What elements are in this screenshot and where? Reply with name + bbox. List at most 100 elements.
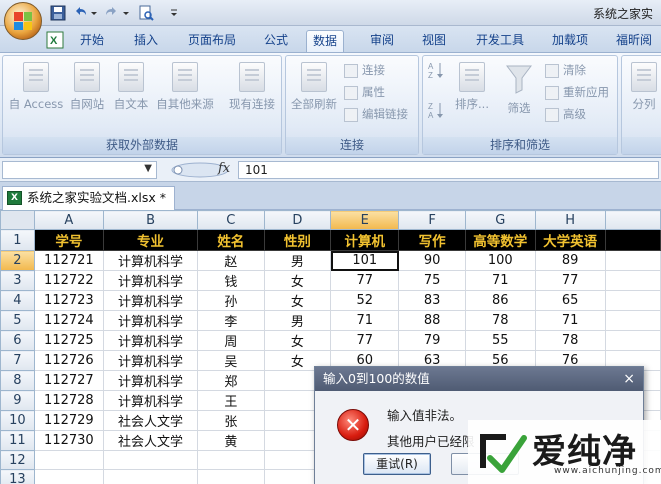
cell[interactable] (604, 290, 661, 311)
cell[interactable]: 55 (464, 330, 536, 351)
cell[interactable] (197, 450, 265, 470)
cell[interactable]: 71 (534, 310, 606, 331)
row-header[interactable]: 2 (0, 250, 35, 271)
row-header[interactable]: 7 (0, 350, 35, 371)
row-header[interactable]: 5 (0, 310, 35, 331)
cell[interactable]: 89 (534, 250, 606, 271)
cell[interactable]: 计算机科学 (103, 290, 199, 311)
cell[interactable]: 黄 (197, 430, 265, 451)
column-header-a[interactable]: A (33, 210, 105, 230)
tab-view[interactable]: 视图 (416, 30, 452, 52)
row-header[interactable]: 4 (0, 290, 35, 311)
column-header-f[interactable]: F (398, 210, 466, 230)
cell[interactable]: 计算机科学 (103, 330, 199, 351)
refresh-all-button[interactable]: 全部刷新 (288, 60, 340, 112)
cell[interactable]: 计算机科学 (103, 250, 199, 271)
tab-formulas[interactable]: 公式 (258, 30, 294, 52)
tab-page-layout[interactable]: 页面布局 (182, 30, 242, 52)
properties-button[interactable]: 属性 (344, 84, 385, 100)
from-web-button[interactable]: 自网站 (65, 60, 109, 112)
cell[interactable]: 写作 (398, 229, 466, 251)
cell[interactable]: 112729 (33, 410, 105, 431)
row-header[interactable]: 8 (0, 370, 35, 391)
cell[interactable]: 112724 (33, 310, 105, 331)
cell[interactable]: 周 (197, 330, 265, 351)
cell[interactable]: 112727 (33, 370, 105, 391)
column-header-c[interactable]: C (197, 210, 265, 230)
row-header[interactable]: 9 (0, 390, 35, 411)
column-header-i[interactable] (604, 210, 661, 230)
cell[interactable] (103, 469, 199, 484)
cell[interactable] (197, 469, 265, 484)
document-tab[interactable]: X 系统之家实验文档.xlsx * (2, 186, 175, 210)
insert-function-icon[interactable]: fx (218, 161, 230, 176)
filter-button[interactable]: 筛选 (499, 60, 539, 116)
connections-button[interactable]: 连接 (344, 62, 385, 78)
name-box[interactable]: ▼ (2, 161, 157, 179)
cell[interactable]: 52 (330, 290, 400, 311)
cell[interactable]: 75 (398, 270, 466, 291)
cell[interactable]: 社会人文学 (103, 410, 199, 431)
cell[interactable]: 孙 (197, 290, 265, 311)
redo-icon[interactable] (104, 5, 120, 21)
cell[interactable]: 计算机科学 (103, 310, 199, 331)
name-box-dropdown-icon[interactable]: ▼ (144, 163, 152, 174)
row-header[interactable]: 3 (0, 270, 35, 291)
column-header-d[interactable]: D (263, 210, 332, 230)
office-button[interactable] (4, 2, 42, 40)
existing-connections-button[interactable]: 现有连接 (225, 60, 279, 112)
tab-foxit-reader[interactable]: 福昕阅读 (610, 30, 661, 67)
sort-button[interactable]: 排序... (449, 60, 495, 112)
column-header-e[interactable]: E (330, 210, 400, 230)
cell[interactable]: 77 (534, 270, 606, 291)
row-header[interactable]: 1 (0, 229, 35, 251)
cell[interactable]: 计算机科学 (103, 350, 199, 371)
tab-add-ins[interactable]: 加载项 (546, 30, 594, 52)
cell[interactable]: 郑 (197, 370, 265, 391)
edit-links-button[interactable]: 编辑链接 (344, 106, 408, 122)
cell[interactable]: 姓名 (197, 229, 265, 251)
column-header-h[interactable]: H (534, 210, 606, 230)
cell[interactable] (604, 310, 661, 331)
cell[interactable]: 78 (534, 330, 606, 351)
cell[interactable]: 77 (330, 270, 400, 291)
from-other-sources-button[interactable]: 自其他来源 (153, 60, 217, 112)
tab-data[interactable]: 数据 (306, 30, 345, 52)
cell[interactable]: 65 (534, 290, 606, 311)
cell[interactable]: 83 (398, 290, 466, 311)
tab-insert[interactable]: 插入 (128, 30, 164, 52)
tab-excel-icon[interactable]: X (46, 30, 66, 52)
cell[interactable]: 男 (263, 250, 332, 271)
save-icon[interactable] (50, 5, 66, 21)
cell[interactable]: 112722 (33, 270, 105, 291)
cell[interactable]: 112721 (33, 250, 105, 271)
cell[interactable]: 专业 (103, 229, 199, 251)
cell[interactable]: 社会人文学 (103, 430, 199, 451)
clear-filter-button[interactable]: 清除 (545, 62, 586, 78)
close-icon[interactable]: × (623, 367, 635, 391)
customize-toolbar-icon[interactable] (170, 5, 178, 21)
from-access-button[interactable]: 自 Access (7, 60, 65, 112)
tab-home[interactable]: 开始 (74, 30, 110, 52)
active-cell[interactable]: 101 (330, 250, 400, 271)
cell[interactable]: 112723 (33, 290, 105, 311)
cell[interactable] (604, 330, 661, 351)
cell[interactable]: 112730 (33, 430, 105, 451)
cell[interactable]: 计算机科学 (103, 370, 199, 391)
cell[interactable]: 100 (464, 250, 536, 271)
cell[interactable] (33, 469, 105, 484)
cell[interactable]: 吴 (197, 350, 265, 371)
sort-desc-button[interactable]: ZA (427, 100, 445, 123)
cell[interactable] (604, 270, 661, 291)
reapply-button[interactable]: 重新应用 (545, 84, 609, 100)
cell[interactable]: 高等数学 (464, 229, 536, 251)
text-to-columns-button[interactable]: 分列 (626, 60, 661, 112)
cell[interactable]: 张 (197, 410, 265, 431)
cell[interactable]: 88 (398, 310, 466, 331)
cell[interactable] (33, 450, 105, 470)
cell[interactable]: 86 (464, 290, 536, 311)
cell[interactable]: 112726 (33, 350, 105, 371)
cell[interactable]: 王 (197, 390, 265, 411)
print-preview-icon[interactable] (138, 5, 154, 21)
cell[interactable]: 女 (263, 290, 332, 311)
